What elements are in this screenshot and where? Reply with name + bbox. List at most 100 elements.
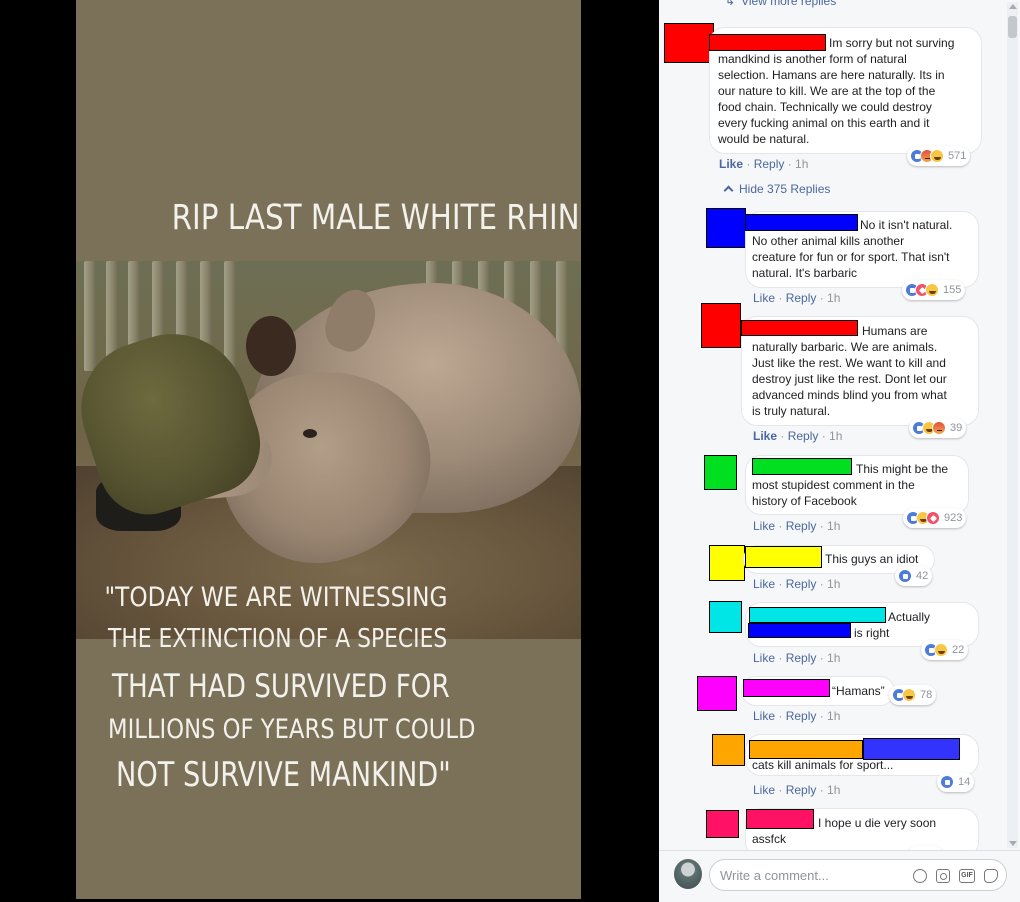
commenter-name[interactable] bbox=[741, 320, 858, 336]
comment-actions: Like · Reply · 1h bbox=[753, 429, 843, 443]
avatar[interactable] bbox=[706, 810, 739, 838]
comment-text: mandkind is another form of natural bbox=[718, 52, 907, 66]
reaction-summary[interactable]: 22 bbox=[921, 640, 969, 660]
like-link[interactable]: Like bbox=[753, 291, 775, 305]
like-link[interactable]: Like bbox=[753, 651, 775, 665]
comment-input-placeholder: Write a comment... bbox=[720, 868, 829, 883]
comment-actions: Like · Reply · 1h bbox=[753, 651, 841, 665]
commenter-name[interactable] bbox=[746, 809, 814, 829]
comment-text: natural. It's barbaric bbox=[752, 266, 858, 280]
like-link[interactable]: Like bbox=[753, 519, 775, 533]
comment-input[interactable]: Write a comment... GIF bbox=[709, 859, 1007, 891]
reaction-summary[interactable]: 39 bbox=[909, 418, 967, 438]
quote-line: MILLIONS OF YEARS BUT COULD bbox=[108, 714, 476, 745]
like-link[interactable]: Like bbox=[753, 577, 775, 591]
reaction-count: 923 bbox=[944, 512, 963, 524]
comment-text: This might be the bbox=[856, 462, 949, 476]
comment-text: most stupidest comment in the bbox=[752, 478, 915, 492]
commenter-name[interactable] bbox=[709, 34, 826, 51]
commenter-name[interactable] bbox=[743, 679, 830, 697]
commenter-name[interactable] bbox=[745, 546, 822, 568]
comment-text: is right bbox=[854, 626, 890, 640]
post-image: RIP LAST MALE WHITE RHINO "TODAY WE ARE … bbox=[76, 0, 581, 899]
reply-link[interactable]: Reply bbox=[786, 519, 817, 533]
reaction-summary[interactable]: 571 bbox=[907, 146, 971, 166]
avatar[interactable] bbox=[697, 676, 737, 711]
avatar[interactable] bbox=[706, 208, 746, 248]
reaction-summary[interactable]: 923 bbox=[903, 508, 967, 528]
reaction-count: 571 bbox=[948, 150, 967, 162]
reply-link[interactable]: Reply bbox=[786, 577, 817, 591]
timestamp[interactable]: 1h bbox=[827, 709, 840, 723]
reaction-summary[interactable]: 42 bbox=[895, 566, 933, 586]
timestamp[interactable]: 1h bbox=[827, 783, 840, 797]
scroll-thumb[interactable] bbox=[1008, 16, 1017, 38]
view-more-replies-link[interactable]: ↳ View more replies bbox=[725, 0, 836, 8]
avatar[interactable] bbox=[704, 455, 737, 490]
timestamp[interactable]: 1h bbox=[827, 519, 840, 533]
quote-line: "TODAY WE ARE WITNESSING bbox=[104, 582, 448, 613]
gif-icon[interactable]: GIF bbox=[959, 869, 975, 883]
reply-link[interactable]: Reply bbox=[786, 291, 817, 305]
mentioned-name[interactable] bbox=[748, 623, 851, 638]
quote-line: THAT HAD SURVIVED FOR bbox=[112, 667, 450, 705]
comments-panel: ↳ View more replies Im sorry but not surv… bbox=[659, 0, 1020, 902]
like-link[interactable]: Like bbox=[753, 709, 775, 723]
timestamp[interactable]: 1h bbox=[827, 577, 840, 591]
commenter-name[interactable] bbox=[745, 214, 858, 231]
avatar[interactable] bbox=[709, 601, 742, 633]
commenter-name[interactable] bbox=[749, 607, 886, 623]
avatar[interactable] bbox=[664, 23, 714, 63]
comment-actions: Like · Reply · 1h bbox=[719, 157, 809, 171]
reaction-summary[interactable]: 78 bbox=[889, 685, 937, 705]
scroll-down-arrow-icon[interactable] bbox=[1009, 841, 1017, 846]
reply-arrow-icon: ↳ bbox=[725, 0, 736, 8]
timestamp[interactable]: 1h bbox=[829, 429, 842, 443]
avatar[interactable] bbox=[701, 303, 741, 348]
user-avatar[interactable] bbox=[674, 859, 702, 889]
comment-actions: Like · Reply · 1h bbox=[753, 709, 841, 723]
scrollbar[interactable] bbox=[1007, 2, 1018, 848]
like-link[interactable]: Like bbox=[719, 157, 743, 171]
timestamp[interactable]: 1h bbox=[795, 157, 808, 171]
comment-text: advanced minds blind you from what bbox=[752, 388, 947, 402]
comment-text: Actually bbox=[888, 610, 931, 624]
comments-scroll-area[interactable]: ↳ View more replies Im sorry but not surv… bbox=[659, 0, 1005, 850]
reaction-count: 39 bbox=[950, 422, 963, 434]
comment-text: assfck bbox=[752, 832, 787, 846]
reply-link[interactable]: Reply bbox=[786, 651, 817, 665]
reply-link[interactable]: Reply bbox=[786, 783, 817, 797]
comment-actions: Like · Reply · 1h bbox=[753, 577, 841, 591]
timestamp[interactable]: 1h bbox=[827, 651, 840, 665]
comment-text: is truly natural. bbox=[752, 404, 831, 418]
avatar[interactable] bbox=[712, 734, 745, 766]
comment-text: Humans are bbox=[862, 324, 928, 338]
comment-text: cats kill animals for sport... bbox=[752, 758, 894, 772]
like-link[interactable]: Like bbox=[753, 429, 777, 443]
comment-text: history of Facebook bbox=[752, 494, 857, 508]
comment-text: would be natural. bbox=[718, 132, 810, 146]
reply-link[interactable]: Reply bbox=[754, 157, 785, 171]
scroll-up-arrow-icon[interactable] bbox=[1009, 4, 1017, 9]
quote-line: THE EXTINCTION OF A SPECIES bbox=[108, 624, 448, 654]
comment-text: This guys an idiot bbox=[825, 552, 919, 566]
reaction-count: 22 bbox=[952, 644, 965, 656]
avatar[interactable] bbox=[709, 545, 745, 581]
hide-replies-link[interactable]: Hide 375 Replies bbox=[723, 182, 830, 196]
comment-actions: Like · Reply · 1h bbox=[753, 291, 841, 305]
emoji-icon[interactable] bbox=[913, 869, 927, 883]
reply-link[interactable]: Reply bbox=[786, 709, 817, 723]
comment-text: No other animal kills another bbox=[752, 234, 905, 248]
comment-actions: Like · Reply · 1h bbox=[753, 519, 841, 533]
like-link[interactable]: Like bbox=[753, 783, 775, 797]
camera-icon[interactable] bbox=[936, 869, 950, 883]
comment-text: destroy just like the rest. Dont let our bbox=[752, 372, 947, 386]
commenter-name[interactable] bbox=[752, 458, 852, 475]
comment-text: selection. Hamans are here naturally. It… bbox=[718, 68, 945, 82]
timestamp[interactable]: 1h bbox=[827, 291, 840, 305]
reply-link[interactable]: Reply bbox=[788, 429, 819, 443]
reaction-summary[interactable]: 155 bbox=[902, 280, 966, 300]
sticker-icon[interactable] bbox=[984, 869, 998, 883]
comment-text: creature for fun or for sport. That isn'… bbox=[752, 250, 950, 264]
reaction-summary[interactable]: 14 bbox=[937, 772, 975, 792]
